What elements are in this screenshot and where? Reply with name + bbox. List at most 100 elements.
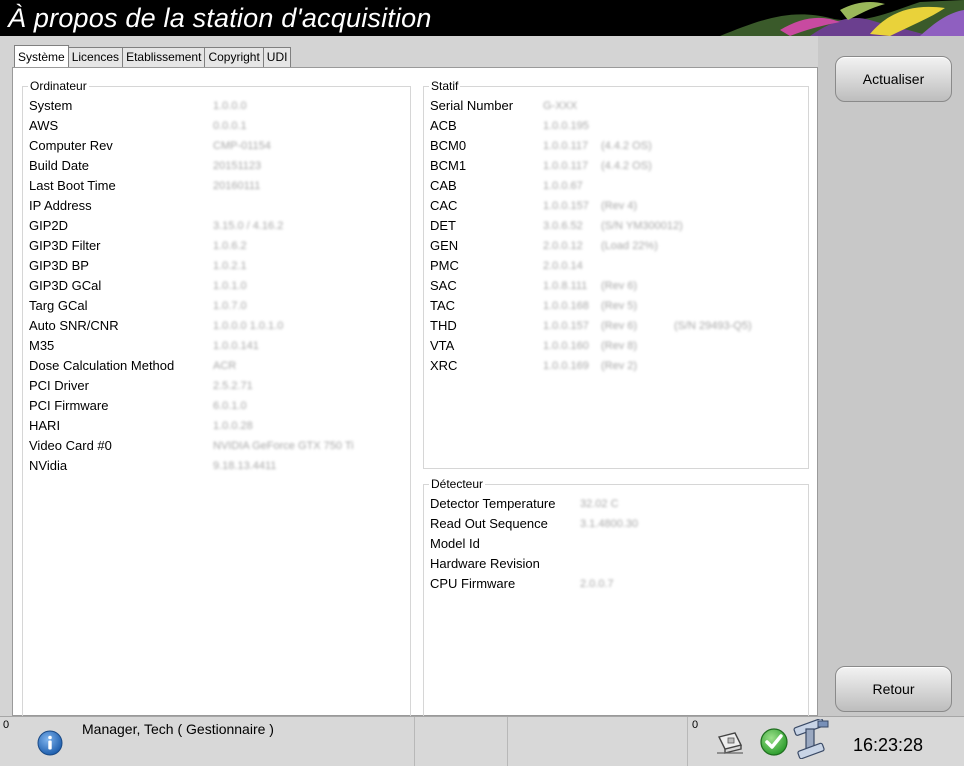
detecteur-title: Détecteur xyxy=(429,476,486,492)
ordinateur-value: 3.15.0 / 4.16.2 xyxy=(213,220,284,232)
statif-value: 1.0.0.117 xyxy=(543,160,589,172)
tab-etablissement[interactable]: Etablissement xyxy=(122,47,206,67)
statif-value: 1.0.0.168 xyxy=(543,300,589,312)
clock: 16:23:28 xyxy=(853,735,924,755)
statif-label: SAC xyxy=(430,278,457,293)
detecteur-value: 3.1.4800.30 xyxy=(580,518,639,530)
statif-value: 3.0.6.52 xyxy=(543,220,583,232)
tab-udi[interactable]: UDI xyxy=(262,47,292,67)
tab-systeme[interactable]: Système xyxy=(14,45,69,67)
detecteur-group: Détecteur Detector Temperature 32.02 C Rea… xyxy=(423,476,809,742)
ordinateur-value: 1.0.2.1 xyxy=(213,260,247,272)
status-segment-empty-2 xyxy=(508,717,688,766)
statif-value: G-XXX xyxy=(543,100,578,112)
ordinateur-label: Computer Rev xyxy=(29,138,113,153)
ordinateur-value: 2.5.2.71 xyxy=(213,380,253,392)
statif-label: BCM1 xyxy=(430,158,467,173)
statif-serial: (S/N 29493-Q5) xyxy=(674,320,752,332)
statif-revision: (Rev 5) xyxy=(601,300,638,312)
statif-revision: (S/N YM300012) xyxy=(601,220,683,232)
current-user: Manager, Tech ( Gestionnaire ) xyxy=(82,721,274,737)
statif-value: 1.0.0.157 xyxy=(543,320,589,332)
statif-label: XRC xyxy=(430,358,458,373)
gantry-icon[interactable] xyxy=(788,719,834,759)
statif-value: 1.0.0.117 xyxy=(543,140,589,152)
detecteur-label: Model Id xyxy=(430,536,480,551)
queue-count: 0 xyxy=(692,719,699,731)
ordinateur-value: 6.0.1.0 xyxy=(213,400,247,412)
ordinateur-value: 1.0.0.0 xyxy=(213,100,247,112)
flowers-decoration xyxy=(720,0,964,36)
detecteur-value: 2.0.0.7 xyxy=(580,578,614,590)
statif-revision: (Rev 6) xyxy=(601,280,638,292)
refresh-button[interactable]: Actualiser xyxy=(835,56,952,102)
alert-count: 0 xyxy=(3,719,10,731)
ordinateur-label: M35 xyxy=(29,338,55,353)
statif-label: VTA xyxy=(430,338,455,353)
statif-label: DET xyxy=(430,218,456,233)
statif-label: THD xyxy=(430,318,457,333)
ordinateur-value: 20151123 xyxy=(213,160,262,172)
statif-label: TAC xyxy=(430,298,456,313)
ordinateur-label: GIP3D Filter xyxy=(29,238,101,253)
ordinateur-label: System xyxy=(29,98,73,113)
tab-licences[interactable]: Licences xyxy=(67,47,124,67)
tab-copyright[interactable]: Copyright xyxy=(204,47,264,67)
ordinateur-label: AWS xyxy=(29,118,59,133)
ordinateur-label: PCI Driver xyxy=(29,378,89,393)
info-icon[interactable] xyxy=(36,729,64,757)
statif-value: 1.0.0.195 xyxy=(543,120,589,132)
ordinateur-label: Dose Calculation Method xyxy=(29,358,175,373)
window-title: À propos de la station d'acquisition xyxy=(8,3,432,33)
ordinateur-label: Auto SNR/CNR xyxy=(29,318,119,333)
statif-revision: (Rev 8) xyxy=(601,340,638,352)
statif-value: 2.0.0.12 xyxy=(543,240,583,252)
ordinateur-label: Build Date xyxy=(29,158,89,173)
ordinateur-label: Video Card #0 xyxy=(29,438,112,453)
ordinateur-value: ACR xyxy=(213,360,237,372)
statif-revision: (Rev 4) xyxy=(601,200,638,212)
ordinateur-label: Targ GCal xyxy=(29,298,88,313)
ordinateur-value: 1.0.6.2 xyxy=(213,240,247,252)
detecteur-label: CPU Firmware xyxy=(430,576,516,591)
tab-content-panel: Ordinateur System 1.0.0.0 AWS 0.0.0.1 Comput… xyxy=(12,67,818,742)
statif-label: PMC xyxy=(430,258,459,273)
ordinateur-title: Ordinateur xyxy=(28,78,89,94)
ordinateur-value: 20160111 xyxy=(213,180,261,192)
ordinateur-value: 1.0.0.141 xyxy=(213,340,259,352)
detecteur-label: Hardware Revision xyxy=(430,556,540,571)
detecteur-value: 32.02 C xyxy=(580,498,619,510)
status-bar: 0 Manager, Tech ( Gestionnaire ) 0 16:23… xyxy=(0,716,964,766)
ordinateur-label: HARI xyxy=(29,418,61,433)
statif-group: Statif Serial Number G-XXX ACB 1.0.0.195 BCM… xyxy=(423,78,809,469)
ordinateur-label: NVidia xyxy=(29,458,68,473)
statif-revision: (Load 22%) xyxy=(601,240,658,252)
statif-value: 1.0.8.111 xyxy=(543,280,588,292)
statif-revision: (4.4.2 OS) xyxy=(601,140,652,152)
ordinateur-value: 1.0.0.0 1.0.1.0 xyxy=(213,320,284,332)
statif-value: 1.0.0.67 xyxy=(543,180,583,192)
check-icon[interactable] xyxy=(757,725,791,759)
back-button[interactable]: Retour xyxy=(835,666,952,712)
ordinateur-label: GIP3D GCal xyxy=(29,278,102,293)
right-panel: Actualiser Retour xyxy=(818,36,964,716)
statif-title: Statif xyxy=(429,78,461,94)
statif-revision: (Rev 6) xyxy=(601,320,638,332)
ordinateur-label: GIP3D BP xyxy=(29,258,89,273)
statif-label: GEN xyxy=(430,238,459,253)
main-area: Système Licences Etablissement Copyright… xyxy=(0,36,818,742)
statif-value: 1.0.0.157 xyxy=(543,200,589,212)
statif-label: BCM0 xyxy=(430,138,467,153)
statif-label: CAB xyxy=(430,178,457,193)
cassette-icon[interactable] xyxy=(713,725,747,759)
ordinateur-value: 9.18.13.4411 xyxy=(213,460,277,472)
tab-strip: Système Licences Etablissement Copyright… xyxy=(14,45,292,67)
statif-value: 2.0.0.14 xyxy=(543,260,583,272)
detecteur-label: Detector Temperature xyxy=(430,496,556,511)
ordinateur-value: 0.0.0.1 xyxy=(213,120,247,132)
statif-revision: (Rev 2) xyxy=(601,360,638,372)
ordinateur-label: Last Boot Time xyxy=(29,178,116,193)
statif-label: ACB xyxy=(430,118,457,133)
ordinateur-value: 1.0.7.0 xyxy=(213,300,247,312)
statif-revision: (4.4.2 OS) xyxy=(601,160,652,172)
